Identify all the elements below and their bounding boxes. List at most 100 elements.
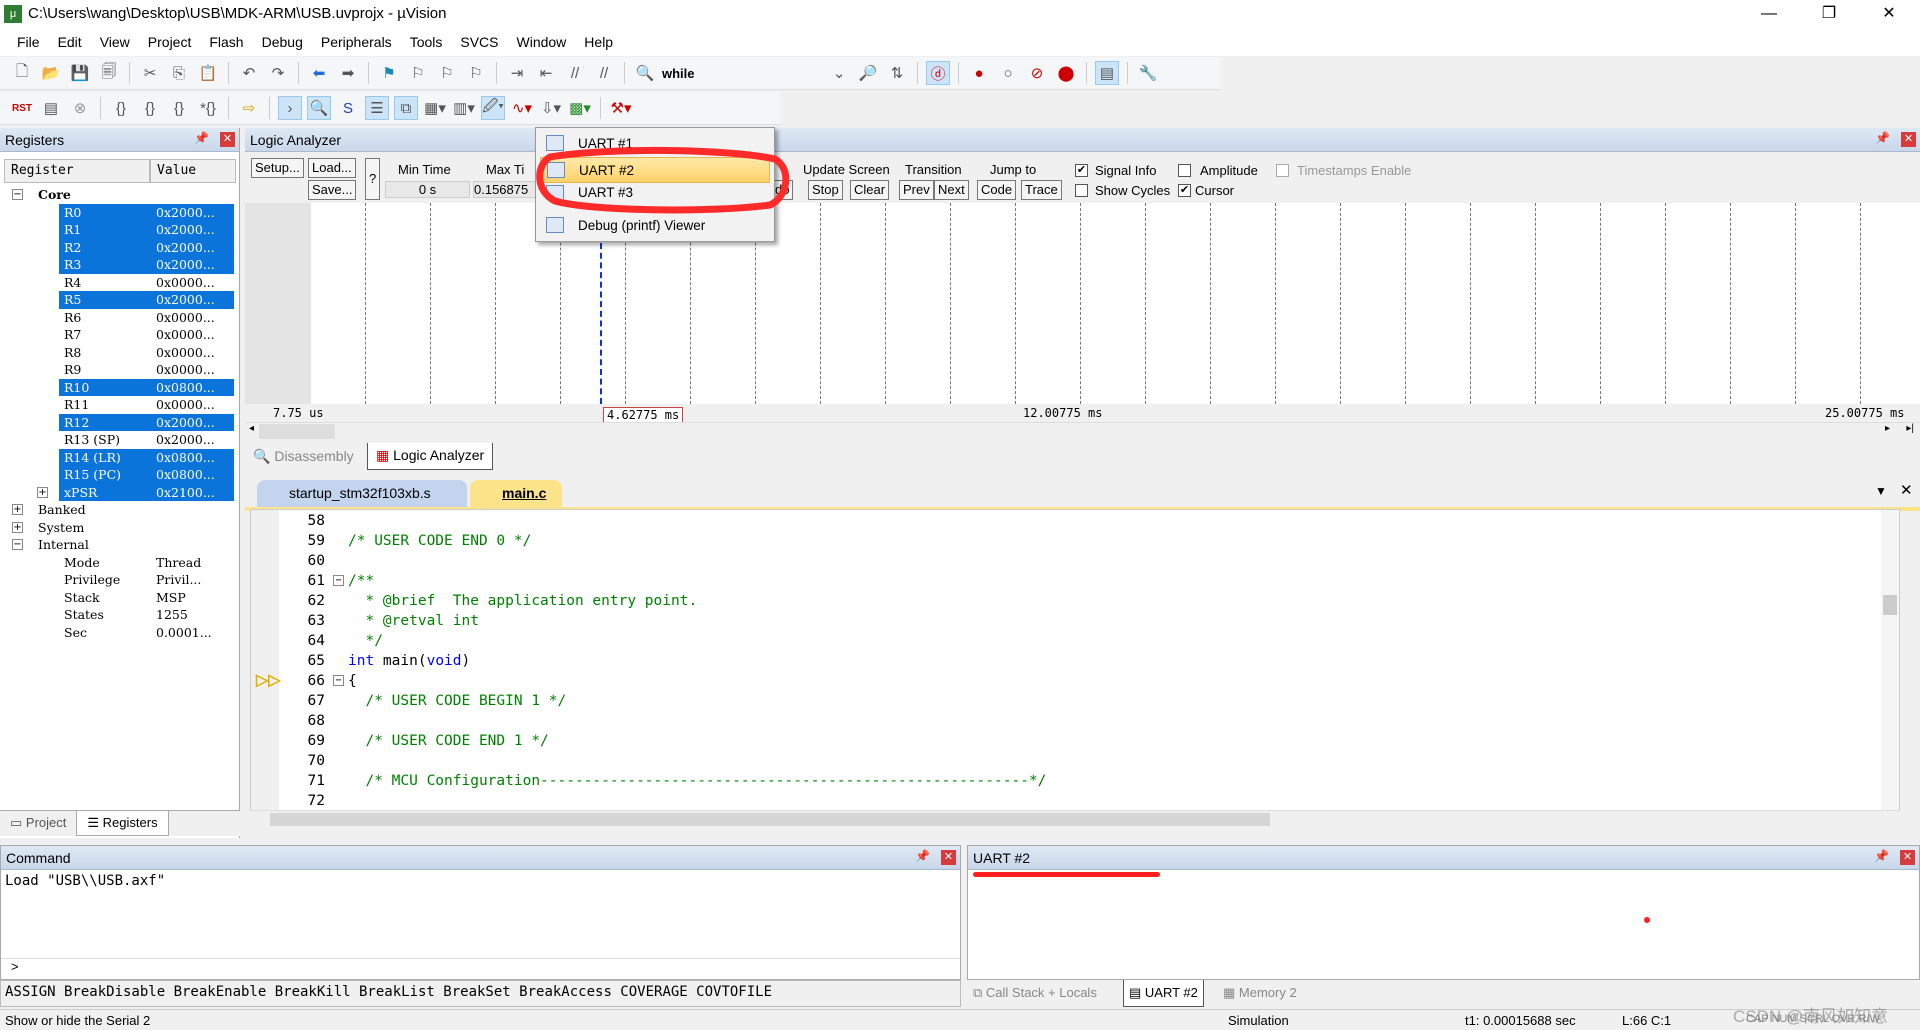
tab-project[interactable]: ▭ Project (0, 811, 76, 836)
show-next-statement-icon[interactable]: ⇨ (237, 96, 261, 120)
cursor-checkbox[interactable]: ✔ (1178, 184, 1191, 197)
step-out-icon[interactable]: {} (167, 96, 191, 120)
menu-view[interactable]: View (91, 34, 139, 50)
code-button[interactable]: Code (977, 180, 1017, 200)
disable-all-breakpoints-icon[interactable]: ⊘ (1025, 61, 1049, 85)
menu-svcs[interactable]: SVCS (451, 34, 507, 50)
save-button[interactable]: Save... (308, 180, 357, 200)
clear-bookmarks-icon[interactable]: ⚐ (464, 61, 488, 85)
menu-debug[interactable]: Debug (253, 34, 312, 50)
load-button[interactable]: Load... (308, 158, 356, 178)
incremental-find-icon[interactable]: ⇅ (885, 61, 909, 85)
tab-call-stack[interactable]: ⧉ Call Stack + Locals (973, 985, 1097, 1001)
clear-button[interactable]: Clear (850, 180, 890, 200)
copy-icon[interactable]: ⎘ (167, 61, 191, 85)
register-row[interactable]: R10 0x0800... (0, 378, 236, 396)
menu-item-debug-viewer[interactable]: Debug (printf) Viewer (540, 212, 770, 238)
redo-icon[interactable]: ↷ (266, 61, 290, 85)
save-icon[interactable]: 💾 (68, 61, 92, 85)
register-row[interactable]: Sec 0.0001... (0, 624, 236, 642)
close-editor-icon[interactable]: ✕ (1900, 481, 1913, 499)
expand-xpsr-icon[interactable]: + (37, 486, 48, 498)
breakpoint-icon[interactable]: ● (967, 61, 991, 85)
window-layout-icon[interactable]: ▤ (1095, 61, 1119, 85)
find-in-files-icon[interactable]: 🔍 (633, 61, 657, 85)
unindent-icon[interactable]: ⇤ (534, 61, 558, 85)
disable-breakpoint-icon[interactable]: ○ (996, 61, 1020, 85)
nav-forward-icon[interactable]: ➡ (336, 61, 360, 85)
collapse-core-icon[interactable]: − (12, 189, 23, 200)
setup-button[interactable]: Setup... (251, 158, 304, 178)
tab-list-dropdown-icon[interactable]: ▼ (1875, 484, 1887, 498)
next-button[interactable]: Next (934, 180, 969, 200)
find-combo[interactable]: while (662, 66, 822, 81)
maximize-button[interactable]: ❐ (1800, 0, 1858, 27)
tab-main-c[interactable]: main.c (470, 480, 562, 508)
call-stack-window-icon[interactable]: ⧉ (394, 96, 418, 120)
indent-icon[interactable]: ⇥ (505, 61, 529, 85)
expand-system-icon[interactable]: + (12, 521, 23, 533)
minimize-button[interactable]: — (1740, 0, 1798, 27)
register-row[interactable]: Internal (0, 536, 236, 554)
editor-vscrollbar[interactable] (1881, 510, 1899, 810)
serial-window-icon[interactable]: 🖉▾ (481, 96, 505, 120)
register-row[interactable]: Core (0, 186, 236, 204)
tab-uart2[interactable]: ▤ UART #2 (1123, 980, 1204, 1007)
close-button[interactable]: ✕ (1860, 0, 1918, 27)
register-row[interactable]: States 1255 (0, 606, 236, 624)
tab-memory2[interactable]: ▦ Memory 2 (1223, 985, 1297, 1001)
tab-disassembly[interactable]: 🔍 Disassembly (253, 448, 354, 465)
amplitude-checkbox[interactable] (1178, 164, 1191, 177)
menu-peripherals[interactable]: Peripherals (312, 34, 401, 50)
find-dropdown-icon[interactable]: ⌄ (827, 61, 851, 85)
tab-registers[interactable]: ☰ Registers (76, 811, 169, 836)
system-viewer-icon[interactable]: ▩▾ (568, 96, 592, 120)
register-row[interactable]: Banked (0, 501, 236, 519)
reset-icon[interactable]: RST (10, 96, 34, 120)
run-to-cursor-icon[interactable]: *{} (196, 96, 220, 120)
nav-back-icon[interactable]: ⬅ (307, 61, 331, 85)
find-icon[interactable]: 🔎 (856, 61, 880, 85)
prev-bookmark-icon[interactable]: ⚐ (406, 61, 430, 85)
memory-window-icon[interactable]: ▥▾ (452, 96, 476, 120)
analysis-window-icon[interactable]: ∿▾ (510, 96, 534, 120)
next-bookmark-icon[interactable]: ⚐ (435, 61, 459, 85)
pin-icon[interactable]: 📌 (915, 849, 930, 863)
tab-logic-analyzer[interactable]: ▦ Logic Analyzer (367, 443, 494, 470)
open-file-icon[interactable]: 📂 (39, 61, 63, 85)
register-row[interactable]: R0 0x2000... (0, 203, 236, 221)
pin-icon[interactable]: 📌 (194, 131, 209, 145)
undo-icon[interactable]: ↶ (237, 61, 261, 85)
menu-window[interactable]: Window (508, 34, 576, 50)
register-row[interactable]: R1 0x2000... (0, 221, 236, 239)
menu-edit[interactable]: Edit (49, 34, 91, 50)
new-file-icon[interactable]: 🗋 (10, 61, 34, 85)
expand-internal-icon[interactable]: − (12, 539, 23, 550)
register-row[interactable]: R2 0x2000... (0, 238, 236, 256)
waveform-area[interactable] (245, 203, 1920, 404)
uart2-panel[interactable]: UART #2 📌 ✕ (967, 845, 1920, 980)
prev-button[interactable]: Prev (899, 180, 934, 200)
close-icon[interactable]: ✕ (1901, 132, 1916, 147)
code-editor[interactable]: ▷▷ 58 59/* USER CODE END 0 */60 61/** −62 *… (250, 509, 1900, 811)
symbols-window-icon[interactable]: S (336, 96, 360, 120)
register-row[interactable]: Mode Thread (0, 554, 236, 572)
signal-info-checkbox[interactable]: ✔ (1075, 164, 1088, 177)
pin-icon[interactable]: 📌 (1875, 131, 1890, 145)
cut-icon[interactable]: ✂ (138, 61, 162, 85)
register-row[interactable]: R6 0x0000... (0, 309, 236, 327)
waveform-scrollbar[interactable]: ◂ ▸ ▸| (245, 422, 1920, 440)
register-row[interactable]: R15 (PC) 0x0800... (0, 466, 236, 484)
column-register[interactable]: Register (4, 159, 150, 183)
editor-hscrollbar[interactable] (250, 810, 1900, 828)
command-window-icon[interactable]: › (278, 96, 302, 120)
register-row[interactable]: System (0, 519, 236, 537)
run-icon[interactable]: ▤ (39, 96, 63, 120)
register-row[interactable]: R14 (LR) 0x0800... (0, 448, 236, 466)
register-row[interactable]: Stack MSP (0, 589, 236, 607)
debug-session-icon[interactable]: ⓓ (926, 61, 950, 85)
uncomment-icon[interactable]: // (592, 61, 616, 85)
register-row[interactable]: R12 0x2000... (0, 413, 236, 431)
register-row[interactable]: R3 0x2000... (0, 256, 236, 274)
menu-project[interactable]: Project (139, 34, 201, 50)
